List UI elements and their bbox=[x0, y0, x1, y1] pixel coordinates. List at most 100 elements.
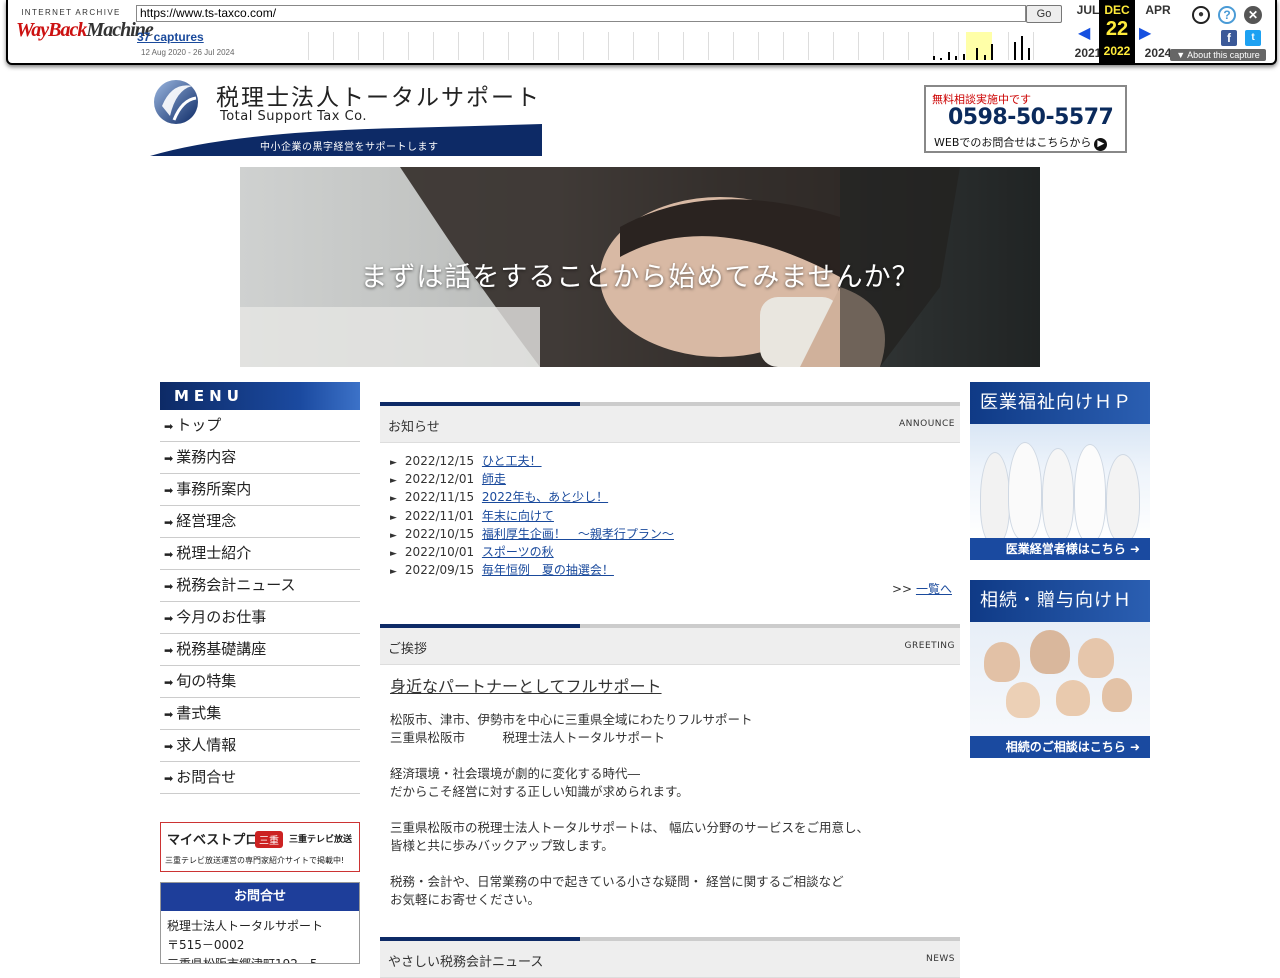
logo-mark-icon bbox=[154, 80, 198, 124]
close-icon[interactable]: ✕ bbox=[1244, 6, 1262, 24]
menu-item[interactable]: ➡ 税務基礎講座 bbox=[160, 634, 360, 666]
announce-link[interactable]: 福利厚生企画！ ～親孝行プラン～ bbox=[482, 527, 674, 541]
facebook-icon[interactable]: f bbox=[1221, 30, 1237, 46]
contact-title: お問合せ bbox=[161, 883, 359, 911]
announce-link[interactable]: スポーツの秋 bbox=[482, 545, 554, 559]
arrow-right-icon: ➡ bbox=[164, 484, 174, 497]
announce-link[interactable]: 2022年も、あと少し！ bbox=[482, 490, 608, 504]
bullet-icon: ► bbox=[390, 512, 397, 523]
mybestpro-title: マイベストプロ bbox=[167, 833, 259, 848]
greeting-line: 皆様と共に歩みバックアップ致します。 bbox=[390, 838, 614, 853]
sparkline-year-tick bbox=[758, 32, 759, 60]
greeting-line: だからこそ経営に対する正しい知識が求められます。 bbox=[390, 784, 689, 799]
phone-number: 0598-50-5577 bbox=[948, 105, 1114, 130]
menu-item[interactable]: ➡ 経営理念 bbox=[160, 506, 360, 538]
arrow-right-icon: ➡ bbox=[164, 452, 174, 465]
menu-item[interactable]: ➡ お問合せ bbox=[160, 762, 360, 794]
medical-staff-image bbox=[970, 424, 1150, 538]
sparkline-bar bbox=[1021, 36, 1023, 60]
about-capture-button[interactable]: ▼ About this capture bbox=[1170, 49, 1266, 61]
sparkline-current-year bbox=[966, 32, 992, 60]
menu-item-label: 税理士紹介 bbox=[176, 544, 252, 562]
arrow-right-icon: ▶ bbox=[1094, 138, 1108, 151]
capture-sparkline[interactable] bbox=[308, 32, 1058, 60]
mybestpro-banner[interactable]: マイベストプロ 三重 三重テレビ放送 三重テレビ放送運営の専門家紹介サイトで掲載… bbox=[160, 822, 360, 872]
bullet-icon: ► bbox=[390, 458, 397, 468]
announce-link[interactable]: 師走 bbox=[482, 472, 506, 486]
sparkline-year-tick bbox=[383, 32, 384, 60]
menu-title: MENU bbox=[160, 382, 360, 410]
sparkline-year-tick bbox=[908, 32, 909, 60]
greeting-line: 税務・会計や、日常業務の中で起きている小さな疑問・ 経営に関するご相談など bbox=[390, 874, 844, 889]
current-month: DEC 22 2022 bbox=[1099, 0, 1135, 63]
sparkline-bar bbox=[940, 58, 942, 60]
company-tagline: 中小企業の黒字経営をサポートします bbox=[260, 142, 439, 153]
prev-capture-arrow-icon[interactable]: ◀ bbox=[1078, 23, 1090, 43]
arrow-right-icon: ➜ bbox=[1129, 542, 1140, 556]
wayback-toolbar: INTERNET ARCHIVE WayBackMachine https://… bbox=[6, 0, 1277, 65]
menu-item-label: 税務基礎講座 bbox=[176, 640, 267, 658]
announce-more-link[interactable]: 一覧へ bbox=[916, 582, 952, 596]
twitter-icon[interactable]: t bbox=[1245, 30, 1261, 46]
greeting-eng: GREETING bbox=[904, 641, 955, 651]
site-logo[interactable]: 税理士法人トータルサポート Total Support Tax Co. 中小企業… bbox=[150, 76, 542, 156]
go-button[interactable]: Go bbox=[1026, 5, 1062, 23]
web-contact-link[interactable]: WEBでのお問合せはこちらから ▶ bbox=[934, 134, 1108, 151]
wayback-logo[interactable]: INTERNET ARCHIVE WayBackMachine bbox=[16, 8, 154, 54]
ia-label: INTERNET ARCHIVE bbox=[21, 8, 121, 17]
next-capture-arrow-icon[interactable]: ▶ bbox=[1139, 23, 1151, 43]
announce-item: ► 2022/11/01 年末に向けて bbox=[390, 507, 950, 525]
sparkline-bar bbox=[933, 56, 935, 60]
medical-hp-link[interactable]: 医業経営者様はこちら ➜ bbox=[970, 538, 1150, 560]
inheritance-hp-title: 相続・贈与向けＨＰ bbox=[970, 580, 1150, 653]
menu-item[interactable]: ➡ 求人情報 bbox=[160, 730, 360, 762]
sparkline-bar bbox=[955, 56, 957, 60]
menu-item[interactable]: ➡ 業務内容 bbox=[160, 442, 360, 474]
arrow-right-icon: ➡ bbox=[164, 420, 174, 433]
captures-link[interactable]: 37 captures bbox=[137, 30, 204, 44]
greeting-line: 三重県松阪市 税理士法人トータルサポート bbox=[390, 730, 666, 745]
menu-item[interactable]: ➡ 今月のお仕事 bbox=[160, 602, 360, 634]
sparkline-year-tick bbox=[808, 32, 809, 60]
sparkline-year-tick bbox=[733, 32, 734, 60]
menu-item[interactable]: ➡ 旬の特集 bbox=[160, 666, 360, 698]
announce-link[interactable]: ひと工夫！ bbox=[482, 454, 542, 468]
menu-item[interactable]: ➡ 税理士紹介 bbox=[160, 538, 360, 570]
announce-link[interactable]: 年末に向けて bbox=[482, 509, 554, 523]
sparkline-bar bbox=[948, 52, 950, 60]
announce-item: ► 2022/12/15 ひと工夫！ bbox=[390, 452, 950, 470]
menu-item[interactable]: ➡ トップ bbox=[160, 410, 360, 442]
help-icon[interactable]: ? bbox=[1218, 6, 1236, 24]
announce-item: ► 2022/10/15 福利厚生企画！ ～親孝行プラン～ bbox=[390, 525, 950, 543]
side-menu: MENU ➡ トップ ➡ 業務内容 ➡ 事務所案内 ➡ 経営理念 ➡ 税理士紹介 ➡ 税務会計ニュース… bbox=[160, 382, 360, 794]
account-icon[interactable]: ● bbox=[1192, 6, 1210, 24]
hero-caption: まずは話をすることから始めてみませんか？ bbox=[360, 262, 920, 293]
announce-link[interactable]: 毎年恒例 夏の抽選会！ bbox=[482, 563, 614, 577]
sparkline-year-tick bbox=[458, 32, 459, 60]
medical-hp-banner[interactable]: 医業福祉向けＨＰ 医業経営者様はこちら ➜ bbox=[970, 382, 1150, 560]
sparkline-year-tick bbox=[783, 32, 784, 60]
sparkline-bar bbox=[976, 48, 978, 60]
announce-date: 2022/11/01 bbox=[404, 508, 475, 523]
inheritance-hp-banner[interactable]: 相続・贈与向けＨＰ 相続のご相談はこちら ➜ bbox=[970, 580, 1150, 758]
sparkline-year-tick bbox=[408, 32, 409, 60]
phone-contact-banner[interactable]: 無料相談実施中です 0598-50-5577 WEBでのお問合せはこちらから ▶ bbox=[924, 85, 1127, 153]
sparkline-year-tick bbox=[558, 32, 559, 60]
menu-item[interactable]: ➡ 事務所案内 bbox=[160, 474, 360, 506]
next-month[interactable]: APR 2024 bbox=[1140, 0, 1176, 60]
menu-item[interactable]: ➡ 税務会計ニュース bbox=[160, 570, 360, 602]
inheritance-hp-link[interactable]: 相続のご相談はこちら ➜ bbox=[970, 736, 1150, 758]
greeting-line: 松阪市、津市、伊勢市を中心に三重県全域にわたりフルサポート bbox=[390, 712, 753, 727]
sparkline-bar bbox=[984, 55, 986, 60]
menu-item-label: 旬の特集 bbox=[176, 672, 237, 690]
arrow-right-icon: ➡ bbox=[164, 516, 174, 529]
greeting-paragraph: 松阪市、津市、伊勢市を中心に三重県全域にわたりフルサポート 三重県松阪市 税理士法… bbox=[390, 711, 950, 747]
menu-item-label: お問合せ bbox=[176, 768, 237, 786]
arrow-right-icon: ➡ bbox=[164, 548, 174, 561]
url-input[interactable]: https://www.ts-taxco.com/ bbox=[136, 5, 1026, 22]
greeting-heading[interactable]: 身近なパートナーとしてフルサポート bbox=[390, 673, 662, 697]
menu-item[interactable]: ➡ 書式集 bbox=[160, 698, 360, 730]
company-name: 税理士法人トータルサポート bbox=[216, 85, 541, 111]
contact-line: 〒515－0002 bbox=[167, 938, 245, 952]
menu-item-label: 経営理念 bbox=[176, 512, 237, 530]
